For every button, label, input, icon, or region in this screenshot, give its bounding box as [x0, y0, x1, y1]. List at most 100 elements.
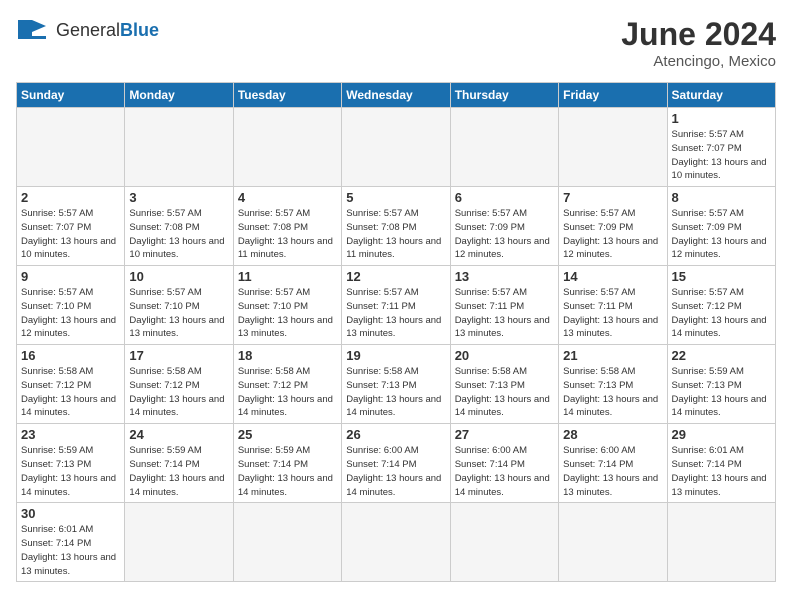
day-number: 21 — [563, 348, 662, 363]
day-number: 17 — [129, 348, 228, 363]
day-number: 25 — [238, 427, 337, 442]
calendar-cell — [559, 503, 667, 582]
calendar-cell: 28 Sunrise: 6:00 AMSunset: 7:14 PMDayligh… — [559, 424, 667, 503]
day-number: 28 — [563, 427, 662, 442]
day-number: 12 — [346, 269, 445, 284]
day-info: Sunrise: 5:57 AMSunset: 7:08 PMDaylight:… — [238, 207, 337, 262]
weekday-header-thursday: Thursday — [450, 83, 558, 108]
calendar-cell: 12 Sunrise: 5:57 AMSunset: 7:11 PMDayligh… — [342, 266, 450, 345]
calendar-cell: 8 Sunrise: 5:57 AMSunset: 7:09 PMDaylight… — [667, 187, 775, 266]
weekday-header-sunday: Sunday — [17, 83, 125, 108]
calendar-cell: 16 Sunrise: 5:58 AMSunset: 7:12 PMDayligh… — [17, 345, 125, 424]
day-number: 19 — [346, 348, 445, 363]
calendar-cell: 19 Sunrise: 5:58 AMSunset: 7:13 PMDayligh… — [342, 345, 450, 424]
calendar-cell: 2 Sunrise: 5:57 AMSunset: 7:07 PMDaylight… — [17, 187, 125, 266]
day-number: 4 — [238, 190, 337, 205]
calendar-cell: 6 Sunrise: 5:57 AMSunset: 7:09 PMDaylight… — [450, 187, 558, 266]
day-info: Sunrise: 5:57 AMSunset: 7:09 PMDaylight:… — [672, 207, 771, 262]
week-row-3: 9Sunrise: 5:57 AMSunset: 7:10 PMDaylight… — [17, 266, 776, 345]
day-number: 23 — [21, 427, 120, 442]
day-number: 5 — [346, 190, 445, 205]
calendar-cell: 30 Sunrise: 6:01 AMSunset: 7:14 PMDayligh… — [17, 503, 125, 582]
calendar-cell: 13 Sunrise: 5:57 AMSunset: 7:11 PMDayligh… — [450, 266, 558, 345]
calendar-cell — [125, 108, 233, 187]
day-info: Sunrise: 5:58 AMSunset: 7:12 PMDaylight:… — [129, 365, 228, 420]
day-number: 24 — [129, 427, 228, 442]
day-info: Sunrise: 5:57 AMSunset: 7:09 PMDaylight:… — [563, 207, 662, 262]
calendar-cell: 15Sunrise: 5:57 AMSunset: 7:12 PMDayligh… — [667, 266, 775, 345]
day-number: 14 — [563, 269, 662, 284]
weekday-header-tuesday: Tuesday — [233, 83, 341, 108]
logo: GeneralBlue — [16, 16, 159, 44]
calendar-cell — [233, 503, 341, 582]
calendar-cell — [450, 108, 558, 187]
calendar-cell: 14Sunrise: 5:57 AMSunset: 7:11 PMDayligh… — [559, 266, 667, 345]
calendar-cell: 20 Sunrise: 5:58 AMSunset: 7:13 PMDayligh… — [450, 345, 558, 424]
title-block: June 2024 Atencingo, Mexico — [621, 16, 776, 70]
month-title: June 2024 — [621, 16, 776, 53]
calendar-cell: 23Sunrise: 5:59 AMSunset: 7:13 PMDayligh… — [17, 424, 125, 503]
day-info: Sunrise: 5:59 AMSunset: 7:14 PMDaylight:… — [238, 444, 337, 499]
calendar-table: SundayMondayTuesdayWednesdayThursdayFrid… — [16, 82, 776, 582]
day-number: 16 — [21, 348, 120, 363]
calendar-cell: 10Sunrise: 5:57 AMSunset: 7:10 PMDayligh… — [125, 266, 233, 345]
day-info: Sunrise: 5:59 AMSunset: 7:14 PMDaylight:… — [129, 444, 228, 499]
day-info: Sunrise: 5:58 AMSunset: 7:12 PMDaylight:… — [238, 365, 337, 420]
day-number: 10 — [129, 269, 228, 284]
day-info: Sunrise: 5:58 AMSunset: 7:13 PMDaylight:… — [346, 365, 445, 420]
day-info: Sunrise: 6:00 AMSunset: 7:14 PMDaylight:… — [563, 444, 662, 499]
calendar-cell: 17 Sunrise: 5:58 AMSunset: 7:12 PMDayligh… — [125, 345, 233, 424]
day-number: 29 — [672, 427, 771, 442]
day-info: Sunrise: 5:58 AMSunset: 7:13 PMDaylight:… — [563, 365, 662, 420]
week-row-1: 1 Sunrise: 5:57 AMSunset: 7:07 PMDaylight… — [17, 108, 776, 187]
day-number: 8 — [672, 190, 771, 205]
week-row-4: 16 Sunrise: 5:58 AMSunset: 7:12 PMDayligh… — [17, 345, 776, 424]
day-info: Sunrise: 5:59 AMSunset: 7:13 PMDaylight:… — [672, 365, 771, 420]
day-number: 2 — [21, 190, 120, 205]
day-number: 3 — [129, 190, 228, 205]
day-info: Sunrise: 6:01 AMSunset: 7:14 PMDaylight:… — [21, 523, 120, 578]
day-number: 1 — [672, 111, 771, 126]
day-info: Sunrise: 5:57 AMSunset: 7:09 PMDaylight:… — [455, 207, 554, 262]
day-info: Sunrise: 5:58 AMSunset: 7:12 PMDaylight:… — [21, 365, 120, 420]
day-number: 6 — [455, 190, 554, 205]
calendar-cell: 22 Sunrise: 5:59 AMSunset: 7:13 PMDayligh… — [667, 345, 775, 424]
location: Atencingo, Mexico — [621, 53, 776, 70]
weekday-header-saturday: Saturday — [667, 83, 775, 108]
day-number: 27 — [455, 427, 554, 442]
calendar-cell — [342, 503, 450, 582]
logo-text: GeneralBlue — [56, 20, 159, 41]
calendar-cell — [233, 108, 341, 187]
day-info: Sunrise: 5:57 AMSunset: 7:11 PMDaylight:… — [346, 286, 445, 341]
calendar-cell: 3 Sunrise: 5:57 AMSunset: 7:08 PMDaylight… — [125, 187, 233, 266]
calendar-cell: 9Sunrise: 5:57 AMSunset: 7:10 PMDaylight… — [17, 266, 125, 345]
day-number: 18 — [238, 348, 337, 363]
calendar-cell — [342, 108, 450, 187]
day-info: Sunrise: 6:00 AMSunset: 7:14 PMDaylight:… — [455, 444, 554, 499]
day-info: Sunrise: 5:57 AMSunset: 7:08 PMDaylight:… — [129, 207, 228, 262]
calendar-cell: 4 Sunrise: 5:57 AMSunset: 7:08 PMDaylight… — [233, 187, 341, 266]
calendar-cell: 29Sunrise: 6:01 AMSunset: 7:14 PMDayligh… — [667, 424, 775, 503]
calendar-cell: 27 Sunrise: 6:00 AMSunset: 7:14 PMDayligh… — [450, 424, 558, 503]
day-info: Sunrise: 5:57 AMSunset: 7:11 PMDaylight:… — [455, 286, 554, 341]
day-number: 13 — [455, 269, 554, 284]
day-info: Sunrise: 5:57 AMSunset: 7:07 PMDaylight:… — [21, 207, 120, 262]
calendar-cell: 11Sunrise: 5:57 AMSunset: 7:10 PMDayligh… — [233, 266, 341, 345]
day-number: 15 — [672, 269, 771, 284]
calendar-cell: 25 Sunrise: 5:59 AMSunset: 7:14 PMDayligh… — [233, 424, 341, 503]
week-row-5: 23Sunrise: 5:59 AMSunset: 7:13 PMDayligh… — [17, 424, 776, 503]
day-info: Sunrise: 5:57 AMSunset: 7:07 PMDaylight:… — [672, 128, 771, 183]
calendar-cell: 5Sunrise: 5:57 AMSunset: 7:08 PMDaylight… — [342, 187, 450, 266]
calendar-cell: 1 Sunrise: 5:57 AMSunset: 7:07 PMDaylight… — [667, 108, 775, 187]
calendar-cell: 7Sunrise: 5:57 AMSunset: 7:09 PMDaylight… — [559, 187, 667, 266]
day-number: 11 — [238, 269, 337, 284]
day-number: 22 — [672, 348, 771, 363]
calendar-cell: 24 Sunrise: 5:59 AMSunset: 7:14 PMDayligh… — [125, 424, 233, 503]
page-header: GeneralBlue June 2024 Atencingo, Mexico — [16, 16, 776, 70]
calendar-cell — [559, 108, 667, 187]
day-info: Sunrise: 5:58 AMSunset: 7:13 PMDaylight:… — [455, 365, 554, 420]
day-number: 20 — [455, 348, 554, 363]
weekday-header-wednesday: Wednesday — [342, 83, 450, 108]
day-number: 30 — [21, 506, 120, 521]
day-number: 26 — [346, 427, 445, 442]
